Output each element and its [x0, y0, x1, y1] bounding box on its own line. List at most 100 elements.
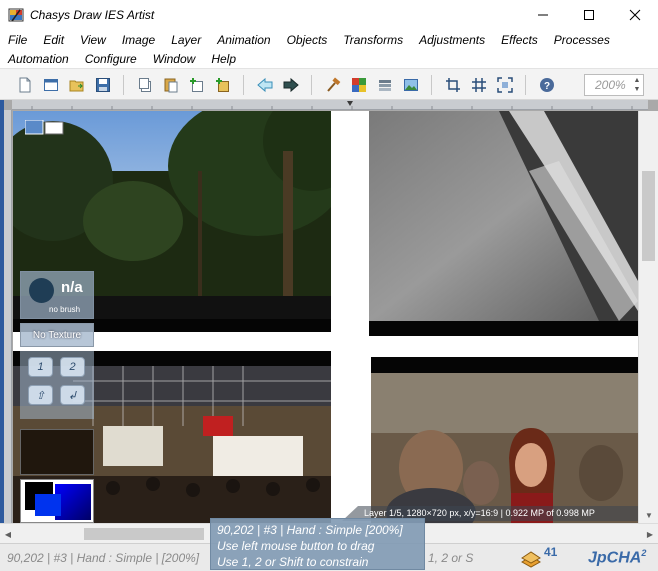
- tooltip-line-3: Use 1, 2 or Shift to constrain: [217, 555, 369, 569]
- menu-processes[interactable]: Processes: [546, 31, 618, 50]
- window-title: Chasys Draw IES Artist: [30, 8, 155, 22]
- crop-icon: [446, 78, 460, 92]
- scroll-down-arrow-icon[interactable]: ▼: [639, 507, 658, 523]
- shift-button[interactable]: ⇧: [28, 385, 53, 405]
- option-button-2[interactable]: 2: [60, 357, 85, 377]
- zoom-value: 200%: [595, 78, 626, 92]
- new-window-button[interactable]: [40, 74, 62, 96]
- minimize-button[interactable]: [520, 0, 566, 30]
- zoom-input[interactable]: 200% ▲ ▼: [584, 74, 644, 96]
- hammer-button[interactable]: [322, 74, 344, 96]
- menu-row-1: File Edit View Image Layer Animation Obj…: [0, 31, 618, 50]
- brush-preview[interactable]: n/a no brush: [20, 271, 94, 319]
- texture-button[interactable]: No Texture: [20, 323, 94, 347]
- plugins-count: 41: [544, 545, 558, 559]
- fit-button[interactable]: [494, 74, 516, 96]
- tool-options-panel: n/a no brush No Texture 1 2 ⇧ ↲: [20, 271, 94, 523]
- menu-bar: File Edit View Image Layer Animation Obj…: [0, 30, 658, 68]
- menu-configure[interactable]: Configure: [77, 50, 145, 69]
- palette-grid-button[interactable]: [348, 74, 370, 96]
- image-thumbnail-icon[interactable]: [25, 120, 65, 138]
- image-button[interactable]: [400, 74, 422, 96]
- add-layer-button[interactable]: [186, 74, 208, 96]
- photo-crowd-image: [371, 373, 638, 523]
- add-layer-icon: [190, 78, 203, 92]
- tooltip-line-2: Use left mouse button to drag: [217, 539, 375, 553]
- vertical-scroll-thumb[interactable]: [642, 171, 655, 261]
- minimize-icon: [538, 14, 548, 16]
- menu-image[interactable]: Image: [114, 31, 163, 50]
- help-button[interactable]: ?: [536, 74, 558, 96]
- title-bar: Chasys Draw IES Artist: [0, 0, 658, 30]
- option-button-1[interactable]: 1: [28, 357, 53, 377]
- tooltip: 90,202 | #3 | Hand : Simple [200%] Use l…: [210, 518, 425, 570]
- copy-button[interactable]: [134, 74, 156, 96]
- layers-button[interactable]: [374, 74, 396, 96]
- menu-help[interactable]: Help: [203, 50, 244, 69]
- save-icon: [96, 78, 110, 92]
- ruler-horizontal-ticks: [31, 106, 633, 110]
- menu-automation[interactable]: Automation: [0, 50, 77, 69]
- grid-button[interactable]: [468, 74, 490, 96]
- brand-superscript: 2: [641, 548, 647, 558]
- forward-button[interactable]: [280, 74, 302, 96]
- zoom-spinner[interactable]: ▲ ▼: [632, 76, 642, 94]
- save-button[interactable]: [92, 74, 114, 96]
- horizontal-scroll-thumb[interactable]: [84, 528, 204, 540]
- photo-metal-image: [369, 111, 638, 321]
- help-icon: ?: [540, 78, 554, 92]
- ruler-position-marker: [347, 101, 353, 106]
- menu-transforms[interactable]: Transforms: [335, 31, 411, 50]
- crop-button[interactable]: [442, 74, 464, 96]
- open-button[interactable]: [66, 74, 88, 96]
- paste-button[interactable]: [160, 74, 182, 96]
- menu-window[interactable]: Window: [145, 50, 204, 69]
- menu-row-2: Automation Configure Window Help: [0, 50, 244, 69]
- maximize-button[interactable]: [566, 0, 612, 30]
- back-arrow-icon: [257, 77, 273, 93]
- vertical-scrollbar[interactable]: ▼: [638, 111, 658, 523]
- secondary-swatch[interactable]: [20, 429, 94, 475]
- layer-info-text: Layer 1/5, 1280×720 px, x/y=16:9 | 0.922…: [364, 508, 595, 518]
- menu-edit[interactable]: Edit: [35, 31, 72, 50]
- ruler-horizontal: [12, 100, 648, 110]
- color-swatch[interactable]: [20, 479, 94, 523]
- image-canvas[interactable]: [13, 111, 638, 523]
- menu-effects[interactable]: Effects: [493, 31, 546, 50]
- enter-button[interactable]: ↲: [60, 385, 85, 405]
- menu-animation[interactable]: Animation: [209, 31, 278, 50]
- new-document-button[interactable]: [14, 74, 36, 96]
- toolbar: ? 200% ▲ ▼: [0, 68, 658, 100]
- close-button[interactable]: [612, 0, 658, 30]
- image-icon: [404, 79, 418, 91]
- menu-objects[interactable]: Objects: [279, 31, 336, 50]
- menu-adjustments[interactable]: Adjustments: [411, 31, 493, 50]
- brand-text: JpCHA: [588, 549, 642, 567]
- copy-icon: [139, 78, 151, 92]
- enter-button-label: ↲: [67, 389, 78, 402]
- status-hint: 1, 2 or S: [428, 551, 474, 565]
- toolbar-separator: [123, 75, 124, 95]
- workspace[interactable]: n/a no brush No Texture 1 2 ⇧ ↲ ▼: [0, 100, 658, 523]
- fit-icon: [497, 77, 513, 93]
- shift-button-label: ⇧: [35, 389, 46, 402]
- hammer-icon: [327, 77, 341, 92]
- letterbox-bar: [369, 321, 638, 336]
- photo-metal: [369, 111, 638, 321]
- add-layer-copy-icon: [216, 78, 229, 92]
- plugins-icon[interactable]: [520, 548, 542, 568]
- menu-file[interactable]: File: [0, 31, 35, 50]
- paste-icon: [164, 78, 178, 93]
- menu-layer[interactable]: Layer: [163, 31, 209, 50]
- add-layer-copy-button[interactable]: [212, 74, 234, 96]
- color-swatch-preview: [25, 482, 91, 520]
- back-button[interactable]: [254, 74, 276, 96]
- texture-label: No Texture: [32, 329, 82, 341]
- menu-view[interactable]: View: [72, 31, 114, 50]
- scroll-right-arrow-icon[interactable]: ▶: [642, 524, 658, 544]
- scroll-left-arrow-icon[interactable]: ◀: [0, 524, 16, 544]
- open-icon: [69, 80, 84, 92]
- new-document-icon: [19, 77, 31, 93]
- tooltip-line-1: 90,202 | #3 | Hand : Simple [200%]: [217, 523, 403, 537]
- option-button-1-label: 1: [37, 361, 44, 373]
